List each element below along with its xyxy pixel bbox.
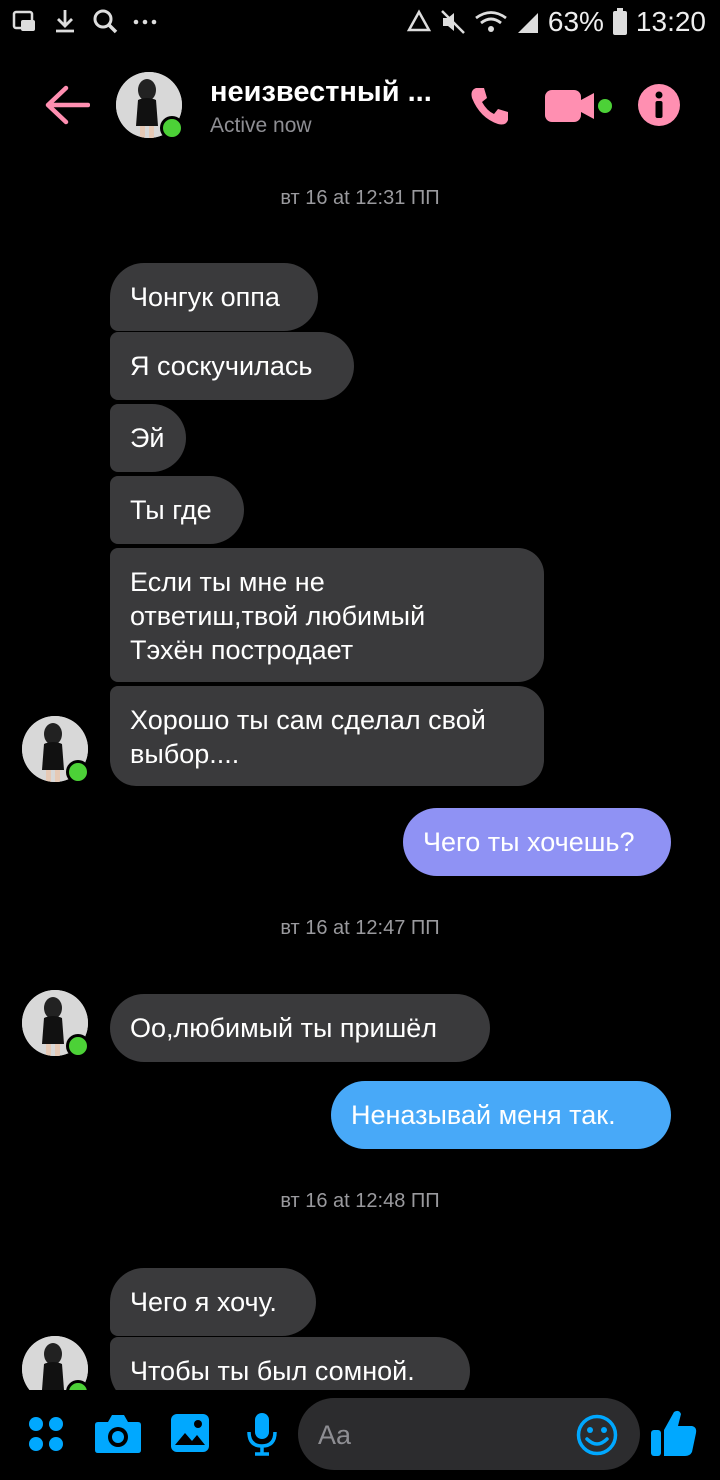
status-bar-left xyxy=(12,8,158,34)
incoming-message[interactable]: Если ты мне не ответиш,твой любимый Тэхё… xyxy=(110,548,544,682)
back-arrow-icon[interactable] xyxy=(44,84,90,126)
apps-icon[interactable] xyxy=(28,1416,64,1452)
wifi-icon xyxy=(475,11,507,32)
recycle-icon xyxy=(406,9,431,32)
incoming-message[interactable]: Хорошо ты сам сделал свой выбор.... xyxy=(110,686,544,786)
incoming-message[interactable]: Чего я хочу. xyxy=(110,1268,316,1336)
timestamp: вт 16 at 12:48 ПП xyxy=(280,1190,440,1212)
battery-percent: 63% xyxy=(547,6,604,37)
incoming-message[interactable]: Я соскучилась xyxy=(110,332,354,400)
message-input-placeholder: Aa xyxy=(318,1420,352,1450)
screenshot-icon xyxy=(12,10,35,31)
status-bar: 63% 13:20 xyxy=(0,0,720,50)
info-icon[interactable] xyxy=(638,84,680,126)
outgoing-message[interactable]: Неназывай меня так. xyxy=(331,1081,671,1149)
camera-icon[interactable] xyxy=(94,1412,142,1454)
battery-icon xyxy=(612,8,627,35)
header-avatar[interactable] xyxy=(116,72,184,140)
outgoing-message[interactable]: Чего ты хочешь? xyxy=(403,808,671,876)
video-call-icon[interactable] xyxy=(544,86,616,126)
timestamp: вт 16 at 12:47 ПП xyxy=(280,917,440,939)
timestamp: вт 16 at 12:31 ПП xyxy=(280,187,440,209)
thumbs-up-icon[interactable] xyxy=(650,1408,698,1458)
online-indicator xyxy=(66,760,90,784)
incoming-message[interactable]: Чонгук оппа xyxy=(110,263,318,331)
search-icon xyxy=(93,9,118,34)
signal-icon xyxy=(517,13,538,33)
contact-status: Active now xyxy=(210,114,312,137)
more-icon xyxy=(133,19,157,25)
mute-icon xyxy=(440,10,465,34)
phone-call-icon[interactable] xyxy=(468,84,512,128)
status-bar-right: 63% 13:20 xyxy=(406,6,706,38)
contact-name[interactable]: неизвестный ... xyxy=(210,76,432,109)
online-indicator xyxy=(160,116,184,140)
incoming-message[interactable]: Оо,любимый ты пришёл xyxy=(110,994,490,1062)
online-indicator xyxy=(66,1034,90,1058)
sender-avatar[interactable] xyxy=(22,716,90,784)
sender-avatar[interactable] xyxy=(22,990,90,1058)
microphone-icon[interactable] xyxy=(246,1412,278,1456)
emoji-icon[interactable] xyxy=(576,1414,618,1456)
clock: 13:20 xyxy=(635,6,706,37)
incoming-message[interactable]: Эй xyxy=(110,404,186,472)
incoming-message[interactable]: Ты где xyxy=(110,476,244,544)
download-icon xyxy=(56,10,74,33)
gallery-icon[interactable] xyxy=(170,1413,210,1453)
